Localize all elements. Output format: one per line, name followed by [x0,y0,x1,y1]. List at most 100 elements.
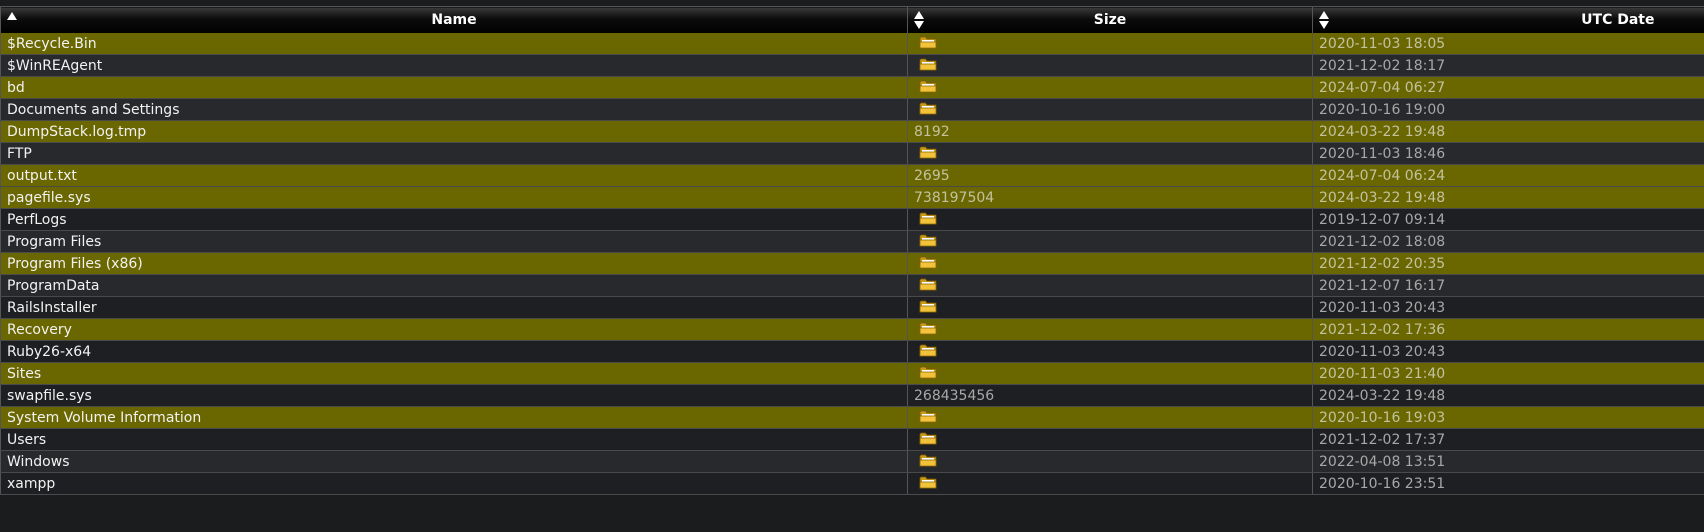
file-size [907,208,1313,231]
file-date: 2024-07-04 06:27 [1312,76,1704,99]
table-row[interactable]: swapfile.sys 268435456 2024-03-22 19:48 [0,384,1704,407]
file-date: 2020-11-03 18:46 [1312,142,1704,165]
file-date: 2021-12-02 20:35 [1312,252,1704,275]
file-name[interactable]: Users [0,428,908,451]
table-row[interactable]: $Recycle.Bin 2020-11-03 18:05 [0,33,1704,55]
file-date: 2024-03-22 19:48 [1312,186,1704,209]
file-name[interactable]: $WinREAgent [0,54,908,77]
file-size [907,450,1313,473]
file-name[interactable]: bd [0,76,908,99]
file-name[interactable]: System Volume Information [0,406,908,429]
file-size [907,428,1313,451]
folder-icon [919,453,937,471]
file-name[interactable]: output.txt [0,164,908,187]
column-header-size-label: Size [1093,12,1127,28]
file-name[interactable]: $Recycle.Bin [0,33,908,55]
file-name[interactable]: pagefile.sys [0,186,908,209]
file-name[interactable]: FTP [0,142,908,165]
table-row[interactable]: PerfLogs 2019-12-07 09:14 [0,208,1704,231]
folder-icon [919,233,937,251]
file-size [907,296,1313,319]
file-size: 2695 [907,164,1313,187]
file-size: 268435456 [907,384,1313,407]
folder-icon [919,255,937,273]
file-date: 2024-03-22 19:48 [1312,384,1704,407]
folder-icon [919,211,937,229]
table-row[interactable]: FTP 2020-11-03 18:46 [0,142,1704,165]
table-row[interactable]: Sites 2020-11-03 21:40 [0,362,1704,385]
table-row[interactable]: pagefile.sys 738197504 2024-03-22 19:48 [0,186,1704,209]
column-header-name-label: Name [431,12,477,28]
file-name[interactable]: Windows [0,450,908,473]
file-size [907,230,1313,253]
sort-ascending-icon [7,12,17,20]
table-row[interactable]: bd 2024-07-04 06:27 [0,76,1704,99]
folder-icon [919,299,937,317]
folder-icon [919,431,937,449]
folder-icon [919,145,937,163]
folder-icon [919,343,937,361]
file-date: 2024-03-22 19:48 [1312,120,1704,143]
table-row[interactable]: Ruby26-x64 2020-11-03 20:43 [0,340,1704,363]
file-size [907,340,1313,363]
file-name[interactable]: Program Files [0,230,908,253]
file-size [907,318,1313,341]
file-date: 2021-12-02 18:08 [1312,230,1704,253]
table-row[interactable]: Documents and Settings 2020-10-16 19:00 [0,98,1704,121]
file-name[interactable]: PerfLogs [0,208,908,231]
file-name[interactable]: xampp [0,472,908,495]
table-row[interactable]: Recovery 2021-12-02 17:36 [0,318,1704,341]
file-date: 2021-12-07 16:17 [1312,274,1704,297]
file-date: 2019-12-07 09:14 [1312,208,1704,231]
table-row[interactable]: output.txt 2695 2024-07-04 06:24 [0,164,1704,187]
table-row[interactable]: Program Files 2021-12-02 18:08 [0,230,1704,253]
file-size [907,274,1313,297]
file-size: 738197504 [907,186,1313,209]
file-date: 2022-04-08 13:51 [1312,450,1704,473]
folder-icon [919,365,937,383]
file-name[interactable]: ProgramData [0,274,908,297]
table-row[interactable]: System Volume Information 2020-10-16 19:0… [0,406,1704,429]
folder-icon [919,321,937,339]
file-size [907,76,1313,99]
folder-icon [919,35,937,53]
file-name[interactable]: Ruby26-x64 [0,340,908,363]
table-row[interactable]: Program Files (x86) 2021-12-02 20:35 [0,252,1704,275]
file-date: 2021-12-02 17:36 [1312,318,1704,341]
file-listing-table: Name Size UTC Date $Recycle.Bin 2020-11-0… [0,6,1704,495]
table-row[interactable]: Users 2021-12-02 17:37 [0,428,1704,451]
column-header-name[interactable]: Name [0,6,908,33]
table-row[interactable]: xampp 2020-10-16 23:51 [0,472,1704,495]
table-row[interactable]: RailsInstaller 2020-11-03 20:43 [0,296,1704,319]
file-size: 8192 [907,120,1313,143]
file-name[interactable]: Documents and Settings [0,98,908,121]
file-date: 2020-10-16 19:03 [1312,406,1704,429]
file-name[interactable]: Recovery [0,318,908,341]
file-name[interactable]: RailsInstaller [0,296,908,319]
file-name[interactable]: Program Files (x86) [0,252,908,275]
file-name[interactable]: Sites [0,362,908,385]
folder-icon [919,57,937,75]
folder-icon [919,79,937,97]
table-row[interactable]: ProgramData 2021-12-07 16:17 [0,274,1704,297]
file-date: 2020-10-16 23:51 [1312,472,1704,495]
table-row[interactable]: DumpStack.log.tmp 8192 2024-03-22 19:48 [0,120,1704,143]
sort-both-icon [914,11,924,29]
column-header-date[interactable]: UTC Date [1312,6,1704,33]
file-name[interactable]: DumpStack.log.tmp [0,120,908,143]
sort-both-icon [1319,11,1329,29]
file-name[interactable]: swapfile.sys [0,384,908,407]
table-row[interactable]: Windows 2022-04-08 13:51 [0,450,1704,473]
folder-icon [919,277,937,295]
file-size [907,252,1313,275]
column-header-date-label: UTC Date [1581,12,1655,28]
file-date: 2021-12-02 18:17 [1312,54,1704,77]
file-date: 2024-07-04 06:24 [1312,164,1704,187]
file-size [907,406,1313,429]
column-header-size[interactable]: Size [907,6,1313,33]
file-date: 2021-12-02 17:37 [1312,428,1704,451]
table-row[interactable]: $WinREAgent 2021-12-02 18:17 [0,54,1704,77]
file-size [907,142,1313,165]
file-size [907,98,1313,121]
file-size [907,362,1313,385]
